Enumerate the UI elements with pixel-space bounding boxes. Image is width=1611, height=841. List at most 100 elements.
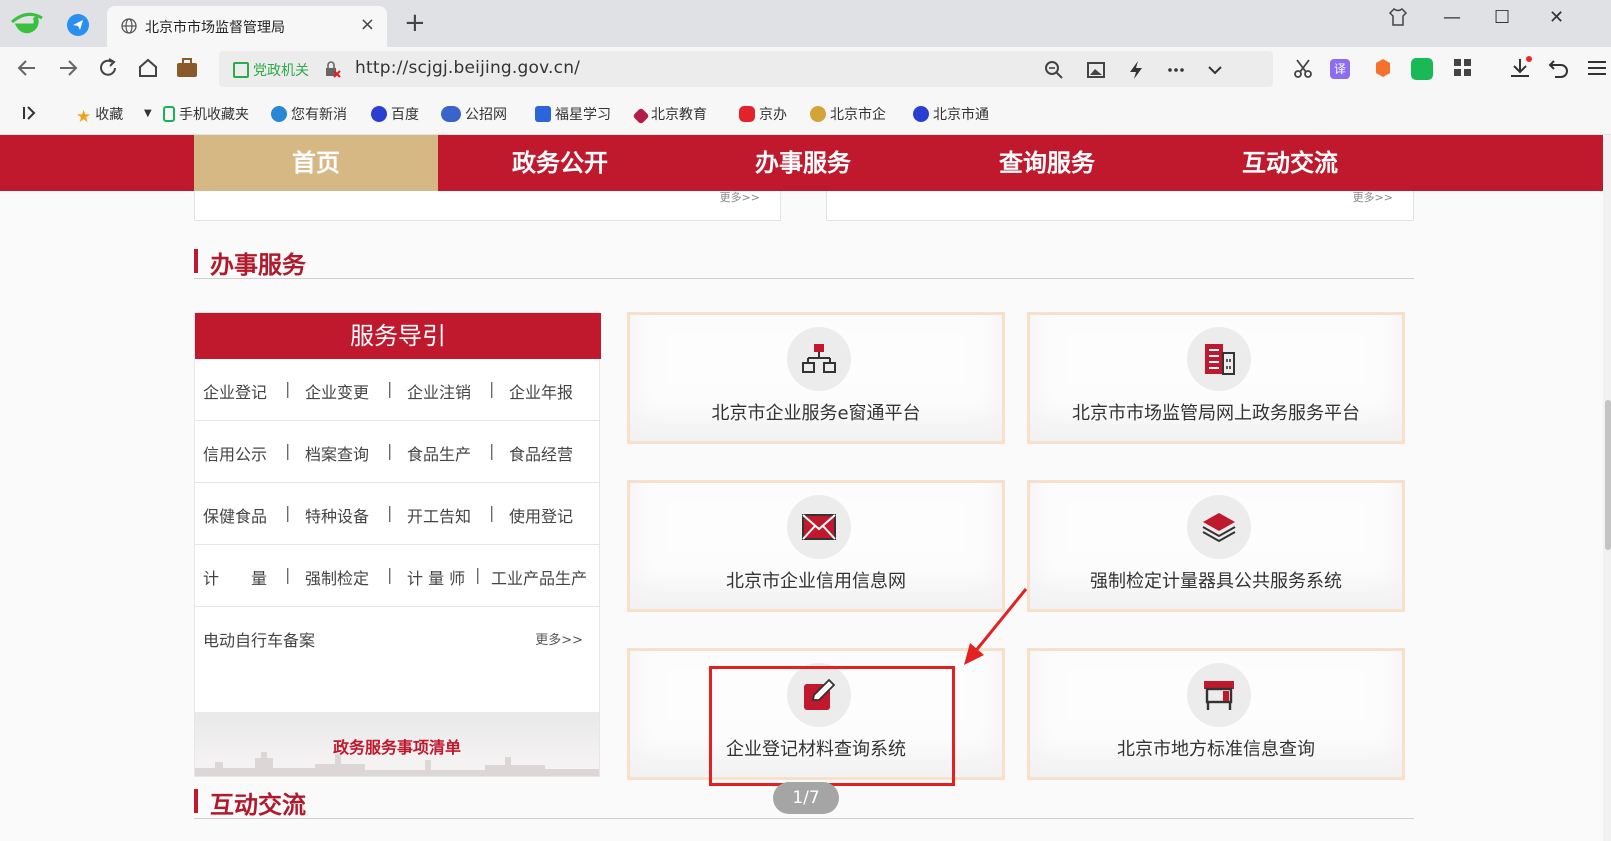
building-icon <box>1187 327 1251 391</box>
download-icon[interactable] <box>1507 55 1533 81</box>
guide-link[interactable]: 保健食品 <box>203 503 267 527</box>
forward-icon[interactable] <box>55 55 81 81</box>
tab-title: 北京市市场监督管理局 <box>145 20 285 36</box>
service-guide-title: 服务导引 <box>195 313 601 359</box>
bookmark-bj-education[interactable]: 北京教育 <box>632 104 707 125</box>
bookmark-bj-enterprise[interactable]: 北京市企 <box>810 104 886 124</box>
kiosk-icon <box>1187 663 1251 727</box>
home-icon[interactable] <box>135 55 161 81</box>
more-icon[interactable] <box>1165 59 1187 81</box>
active-tab[interactable]: 北京市市场监督管理局 × <box>107 6 387 47</box>
chevron-down-icon[interactable] <box>1204 59 1226 81</box>
section-title: 互动交流 <box>210 791 306 819</box>
service-list-title[interactable]: 政务服务事项清单 <box>195 734 599 758</box>
scrollbar-thumb[interactable] <box>1605 400 1611 550</box>
telegram-icon[interactable] <box>67 14 89 36</box>
divider: | <box>285 565 291 584</box>
guide-link[interactable]: 企业注销 <box>407 379 471 403</box>
guide-link[interactable]: 档案查询 <box>305 441 369 465</box>
guide-link[interactable]: 食品生产 <box>407 441 471 465</box>
nav-gov-affairs[interactable]: 政务公开 <box>438 135 682 191</box>
divider: | <box>285 503 291 522</box>
lightning-icon[interactable] <box>1125 59 1147 81</box>
bookmark-fuxing[interactable]: 福星学习 <box>535 104 611 124</box>
favorites-dropdown-icon[interactable]: ▼ <box>144 108 152 119</box>
url-text[interactable]: http://scjgj.beijing.gov.cn/ <box>355 58 580 78</box>
section-bar <box>194 249 198 273</box>
service-card-credit-info[interactable]: 北京市企业信用信息网 <box>627 480 1005 612</box>
wechat-icon[interactable] <box>1411 58 1433 80</box>
back-icon[interactable] <box>14 55 40 81</box>
bookmark-jingban[interactable]: 京办 <box>739 104 787 124</box>
envelope-icon <box>787 495 851 559</box>
card-label: 北京市企业信用信息网 <box>726 571 906 592</box>
guide-link[interactable]: 食品经营 <box>509 441 573 465</box>
bookmark-mobile[interactable]: 手机收藏夹 <box>163 104 249 124</box>
guide-link[interactable]: 工业产品生产 <box>491 565 587 589</box>
service-card-local-standards[interactable]: 北京市地方标准信息查询 <box>1027 648 1405 780</box>
scissors-icon[interactable] <box>1290 55 1316 81</box>
zoom-icon[interactable] <box>1043 59 1065 81</box>
guide-link[interactable]: 开工告知 <box>407 503 471 527</box>
bookmark-gongzhao[interactable]: 公招网 <box>441 104 507 124</box>
sidebar-toggle-icon[interactable] <box>20 103 40 123</box>
guide-link[interactable]: 使用登记 <box>509 503 573 527</box>
insecure-lock-icon[interactable] <box>323 60 341 78</box>
bookmark-favorites[interactable]: ★ 收藏 <box>76 104 123 127</box>
more-link[interactable]: 更多>> <box>720 189 760 205</box>
more-link[interactable]: 更多>> <box>535 629 583 648</box>
guide-link[interactable]: 特种设备 <box>305 503 369 527</box>
new-tab-button[interactable]: + <box>404 10 426 36</box>
guide-link[interactable]: 企业变更 <box>305 379 369 403</box>
game-icon[interactable] <box>1370 55 1396 81</box>
nav-home[interactable]: 首页 <box>194 135 438 191</box>
address-bar[interactable]: 党政机关 http://scjgj.beijing.gov.cn/ <box>219 51 1273 87</box>
service-list-banner[interactable]: 政务服务事项清单 <box>195 712 599 776</box>
guide-link[interactable]: 信用公示 <box>203 441 267 465</box>
scrollbar[interactable] <box>1603 135 1611 841</box>
guide-link[interactable]: 强制检定 <box>305 565 369 589</box>
divider: | <box>475 565 481 584</box>
highlight-box <box>709 666 955 786</box>
briefcase-icon[interactable] <box>174 55 200 81</box>
annotation-arrow-icon <box>964 588 1028 665</box>
translate-icon[interactable]: 译 <box>1330 59 1350 79</box>
undo-icon[interactable] <box>1546 55 1572 81</box>
nav-query[interactable]: 查询服务 <box>925 135 1169 191</box>
service-card-online-gov[interactable]: 北京市市场监管局网上政务服务平台 <box>1027 312 1405 444</box>
service-card-e-window[interactable]: 北京市企业服务e窗通平台 <box>627 312 1005 444</box>
guide-link[interactable]: 计 量 <box>203 565 267 589</box>
close-window-button[interactable]: ✕ <box>1549 8 1564 28</box>
card-label: 北京市市场监管局网上政务服务平台 <box>1072 403 1360 424</box>
guide-link[interactable]: 企业年报 <box>509 379 573 403</box>
guide-link[interactable]: 计 量 师 <box>407 565 465 589</box>
minimize-button[interactable]: — <box>1443 8 1461 28</box>
gov-badge-icon <box>233 62 249 78</box>
divider: | <box>387 379 393 398</box>
org-chart-icon <box>787 327 851 391</box>
browser-logo-icon[interactable] <box>10 6 44 40</box>
maximize-button[interactable]: ☐ <box>1494 8 1510 28</box>
bookmark-baidu[interactable]: 百度 <box>371 104 419 124</box>
bookmark-bj-tong[interactable]: 北京市通 <box>913 104 989 124</box>
tab-close-icon[interactable]: × <box>360 15 375 35</box>
guide-link[interactable]: 企业登记 <box>203 379 267 403</box>
reload-icon[interactable] <box>95 55 121 81</box>
service-card-metrology[interactable]: 强制检定计量器具公共服务系统 <box>1027 480 1405 612</box>
nav-interaction[interactable]: 互动交流 <box>1168 135 1412 191</box>
bookmark-news[interactable]: 您有新消 <box>271 104 347 124</box>
phone-icon <box>163 106 175 122</box>
menu-icon[interactable] <box>1584 55 1610 81</box>
more-link[interactable]: 更多>> <box>1353 189 1393 205</box>
nav-services[interactable]: 办事服务 <box>681 135 925 191</box>
divider: | <box>285 441 291 460</box>
gov-badge: 党政机关 <box>233 60 309 80</box>
guide-row: 信用公示 | 档案查询 | 食品生产 | 食品经营 <box>195 421 599 483</box>
apps-grid-icon[interactable] <box>1450 55 1476 81</box>
section-title: 办事服务 <box>210 251 306 279</box>
baidu-paw-icon <box>913 106 929 122</box>
divider: | <box>387 565 393 584</box>
shirt-icon[interactable] <box>1387 6 1409 28</box>
guide-link[interactable]: 电动自行车备案 <box>203 627 315 651</box>
image-icon[interactable] <box>1085 59 1107 81</box>
